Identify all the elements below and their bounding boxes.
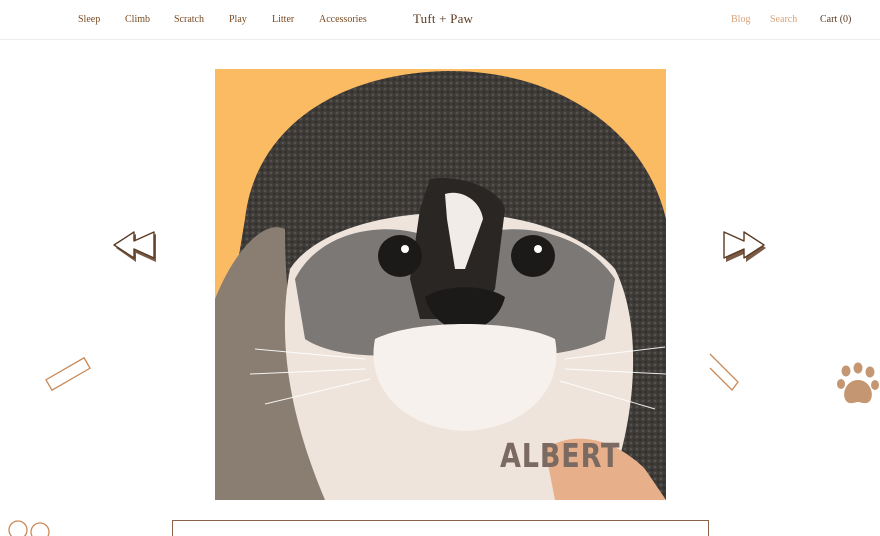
- featured-cat-name: ALBERT: [500, 436, 621, 475]
- info-panel: [172, 520, 709, 536]
- nav-item-accessories[interactable]: Accessories: [319, 14, 367, 25]
- blog-link[interactable]: Blog: [731, 14, 750, 25]
- nav-item-litter[interactable]: Litter: [272, 14, 294, 25]
- rewind-icon: [113, 231, 156, 262]
- fast-forward-icon: [723, 231, 766, 262]
- decorative-slash-shape: [709, 353, 739, 391]
- paw-print-icon: [837, 362, 879, 404]
- nav-item-scratch[interactable]: Scratch: [174, 14, 204, 25]
- site-header: Sleep Climb Scratch Play Litter Accessor…: [0, 0, 880, 40]
- carousel-prev-button[interactable]: [110, 228, 160, 264]
- nav-item-climb[interactable]: Climb: [125, 14, 150, 25]
- nav-item-sleep[interactable]: Sleep: [78, 14, 100, 25]
- search-link[interactable]: Search: [770, 14, 797, 25]
- brand-logo[interactable]: Tuft + Paw: [413, 11, 473, 27]
- cart-link[interactable]: Cart (0): [820, 14, 851, 25]
- nav-item-play[interactable]: Play: [229, 14, 247, 25]
- decorative-circles-shape: [8, 520, 50, 536]
- page: Sleep Climb Scratch Play Litter Accessor…: [0, 0, 880, 536]
- decorative-bar-shape: [45, 356, 91, 392]
- carousel-next-button[interactable]: [720, 228, 770, 264]
